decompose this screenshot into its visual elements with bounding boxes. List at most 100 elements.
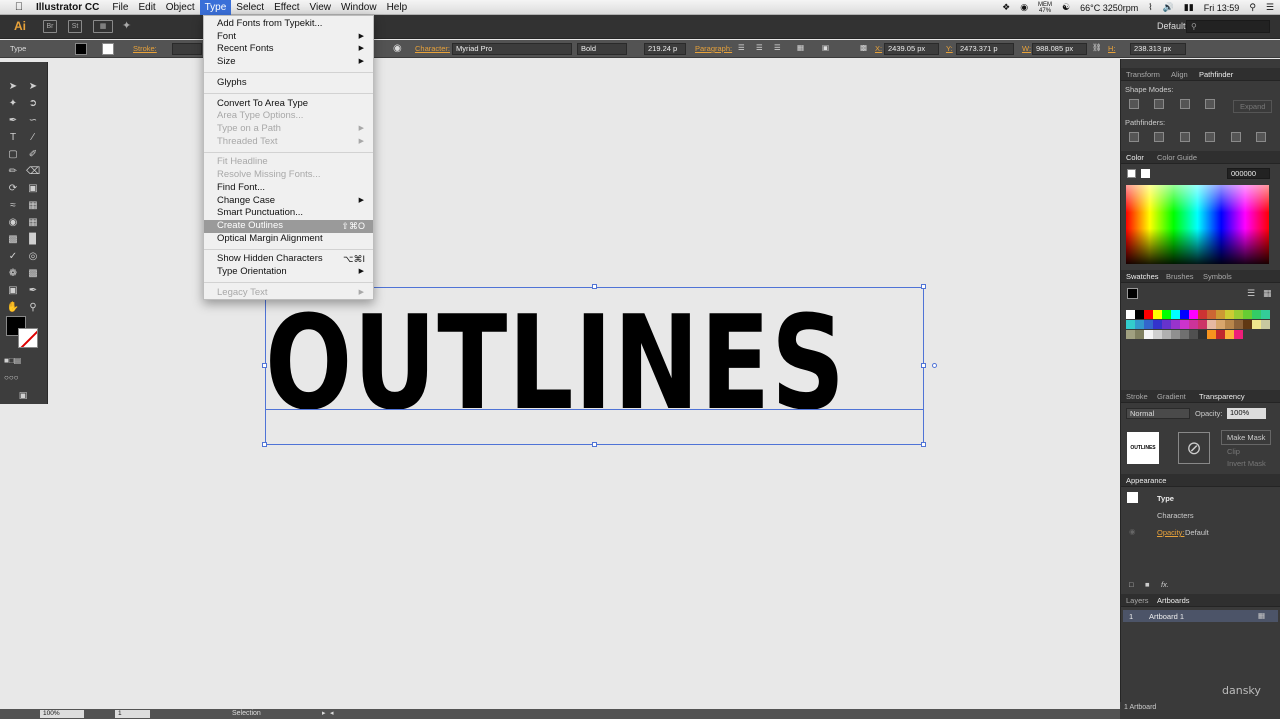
color-swatch[interactable] — [1180, 310, 1189, 319]
type-tool-icon[interactable]: T — [6, 131, 20, 145]
battery-icon[interactable]: ▮▮ — [1184, 2, 1194, 13]
color-swatch[interactable] — [1225, 310, 1234, 319]
height-field[interactable]: 238.313 px — [1130, 43, 1186, 55]
color-swatch[interactable] — [1162, 320, 1171, 329]
trim-icon[interactable] — [1154, 132, 1164, 142]
rectangle-tool-icon[interactable]: ▢ — [6, 148, 20, 162]
draw-mode-icon[interactable]: ○○○ — [4, 371, 19, 385]
tab-pathfinder[interactable]: Pathfinder — [1199, 70, 1233, 79]
location-icon[interactable]: ◉ — [1020, 2, 1028, 13]
eyedropper-tool-icon[interactable]: ✓ — [6, 250, 20, 264]
color-swatch[interactable] — [1216, 330, 1225, 339]
align-center-icon[interactable]: ☰ — [756, 43, 763, 52]
clock[interactable]: Fri 13:59 — [1204, 3, 1240, 13]
intersect-icon[interactable] — [1180, 99, 1190, 109]
color-swatch[interactable] — [1234, 330, 1243, 339]
width-tool-icon[interactable]: ≈ — [6, 199, 20, 213]
current-fill-swatch[interactable] — [1127, 288, 1138, 299]
bridge-icon[interactable]: Br — [43, 20, 57, 33]
color-swatch[interactable] — [1126, 330, 1135, 339]
menu-item-size[interactable]: Size ▶ — [204, 56, 373, 69]
curvature-tool-icon[interactable]: ∽ — [26, 114, 40, 128]
free-transform-tool-icon[interactable]: ▦ — [26, 199, 40, 213]
color-swatch[interactable] — [1189, 310, 1198, 319]
color-swatch[interactable] — [1171, 310, 1180, 319]
tab-color-guide[interactable]: Color Guide — [1157, 153, 1197, 162]
color-swatch[interactable] — [1207, 320, 1216, 329]
color-swatch[interactable] — [1162, 330, 1171, 339]
status-tool-label[interactable]: Selection — [232, 710, 261, 717]
tab-transform[interactable]: Transform — [1126, 70, 1160, 79]
app-name-menu[interactable]: Illustrator CC — [36, 2, 99, 13]
no-mask-icon[interactable]: ⊘ — [1178, 432, 1210, 464]
tab-swatches[interactable]: Swatches — [1126, 272, 1159, 281]
color-swatch[interactable] — [1243, 310, 1252, 319]
font-style-field[interactable]: Bold — [577, 43, 627, 55]
tab-stroke[interactable]: Stroke — [1126, 392, 1148, 401]
color-swatch[interactable] — [1153, 320, 1162, 329]
tab-brushes[interactable]: Brushes — [1166, 272, 1194, 281]
hand-tool-icon[interactable]: ✋ — [6, 301, 20, 315]
color-swatch[interactable] — [1216, 310, 1225, 319]
menu-help[interactable]: Help — [382, 0, 413, 15]
slice-tool-icon[interactable]: ✒ — [26, 284, 40, 298]
menu-file[interactable]: File — [107, 0, 133, 15]
color-swatch[interactable] — [1261, 310, 1270, 319]
color-swatch[interactable] — [1252, 320, 1261, 329]
x-field[interactable]: 2439.05 px — [884, 43, 939, 55]
white-color-chip[interactable] — [1141, 169, 1150, 178]
volume-icon[interactable]: 🔊 — [1163, 2, 1174, 13]
handle-bottom-right[interactable] — [921, 442, 926, 447]
tab-align[interactable]: Align — [1171, 70, 1188, 79]
transform-options-icon[interactable]: ▣ — [822, 43, 829, 52]
clip-checkbox[interactable]: Clip — [1227, 447, 1240, 456]
add-new-fill-icon[interactable]: ■ — [1145, 580, 1150, 589]
lasso-tool-icon[interactable]: ➲ — [26, 97, 40, 111]
artboard-row[interactable]: 1 Artboard 1 ▦ — [1123, 610, 1278, 622]
menu-item-glyphs[interactable]: Glyphs — [204, 77, 373, 90]
align-right-icon[interactable]: ☰ — [774, 43, 781, 52]
color-swatch[interactable] — [1180, 330, 1189, 339]
memory-indicator[interactable]: MEM 47% — [1038, 2, 1052, 14]
wifi-icon[interactable]: ⌇ — [1148, 2, 1152, 13]
blend-tool-icon[interactable]: ◎ — [26, 250, 40, 264]
status-arrow-right-icon[interactable]: ▸ — [322, 709, 326, 717]
line-tool-icon[interactable]: ∕ — [26, 131, 40, 145]
mesh-tool-icon[interactable]: ▩ — [6, 233, 20, 247]
divide-icon[interactable] — [1129, 132, 1139, 142]
artboard-name[interactable]: Artboard 1 — [1149, 612, 1184, 621]
sync-icon[interactable]: ☯ — [1062, 2, 1070, 13]
zoom-field[interactable]: 100% — [40, 710, 84, 718]
screen-mode-icon[interactable]: ▣ — [16, 388, 30, 402]
perspective-grid-tool-icon[interactable]: ▦ — [26, 216, 40, 230]
color-swatch[interactable] — [1126, 310, 1135, 319]
menu-item-add-fonts-from-typekit[interactable]: Add Fonts from Typekit... — [204, 18, 373, 31]
swatch-grid[interactable] — [1126, 310, 1276, 340]
recolor-icon[interactable]: ◉ — [393, 43, 402, 54]
color-swatch[interactable] — [1126, 320, 1135, 329]
y-field[interactable]: 2473.371 p — [956, 43, 1014, 55]
stroke-label[interactable]: Stroke: — [133, 44, 157, 53]
rotate-tool-icon[interactable]: ⟳ — [6, 182, 20, 196]
pencil-tool-icon[interactable]: ✏ — [6, 165, 20, 179]
tab-appearance[interactable]: Appearance — [1126, 476, 1166, 485]
blend-mode-select[interactable]: Normal — [1126, 408, 1190, 419]
color-swatch[interactable] — [1243, 320, 1252, 329]
stroke-swatch[interactable] — [102, 43, 114, 55]
menu-window[interactable]: Window — [336, 0, 382, 15]
expand-button[interactable]: Expand — [1233, 100, 1273, 113]
handle-top-center[interactable] — [592, 284, 597, 289]
color-swatch[interactable] — [1153, 330, 1162, 339]
shape-builder-tool-icon[interactable]: ◉ — [6, 216, 20, 230]
appearance-opacity-label[interactable]: Opacity: — [1157, 528, 1185, 537]
dropbox-icon[interactable]: ❖ — [1002, 2, 1010, 13]
selection-tool-icon[interactable]: ➤ — [6, 80, 20, 94]
constrain-proportions-icon[interactable]: ⛓ — [1092, 43, 1102, 52]
exclude-icon[interactable] — [1205, 99, 1215, 109]
color-swatch[interactable] — [1180, 320, 1189, 329]
column-graph-tool-icon[interactable]: ▩ — [26, 267, 40, 281]
menu-item-smart-punctuation[interactable]: Smart Punctuation... — [204, 207, 373, 220]
color-swatch[interactable] — [1189, 320, 1198, 329]
handle-middle-right[interactable] — [921, 363, 926, 368]
search-icon[interactable]: ⚲ — [1186, 20, 1270, 33]
